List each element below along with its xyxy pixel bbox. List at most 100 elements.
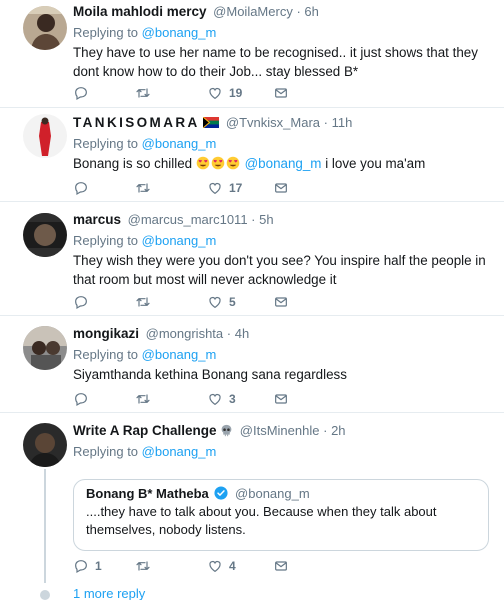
author-handle[interactable]: @Tvnkisx_Mara: [226, 115, 320, 130]
author-name[interactable]: TANKISOMARA: [73, 115, 200, 130]
timestamp[interactable]: 6h: [304, 4, 318, 19]
dm-button[interactable]: [273, 390, 289, 408]
quoted-author-name: Bonang B* Matheba: [86, 486, 209, 501]
dm-button[interactable]: [273, 557, 289, 575]
like-count: 5: [229, 295, 236, 309]
like-button[interactable]: 3: [207, 390, 236, 408]
reply-button[interactable]: [73, 293, 95, 311]
tweet-text: They wish they were you don't you see? Y…: [73, 253, 486, 287]
more-replies-link[interactable]: 1 more reply: [73, 586, 145, 600]
separator-dot: ·: [323, 115, 328, 130]
tweet-text: They have to use her name to be recognis…: [73, 45, 478, 79]
tweet-5[interactable]: Write A Rap Challenge @ItsMinenhle · 2h …: [0, 413, 504, 600]
like-button[interactable]: 17: [207, 179, 242, 197]
reply-count: 1: [95, 559, 102, 573]
reply-button[interactable]: 1: [73, 557, 102, 575]
replying-mention[interactable]: @bonang_m: [142, 136, 217, 151]
reply-icon: [73, 85, 89, 101]
heart-icon: [207, 180, 223, 196]
tweet-text: Siyamthanda kethina Bonang sana regardle…: [73, 367, 347, 382]
envelope-icon: [273, 294, 289, 310]
retweet-icon: [135, 558, 151, 574]
dm-button[interactable]: [273, 179, 289, 197]
author-name[interactable]: Moila mahlodi mercy: [73, 4, 207, 19]
like-count: 3: [229, 392, 236, 406]
author-handle[interactable]: @ItsMinenhle: [240, 423, 320, 438]
replying-label: Replying to: [73, 136, 139, 151]
replying-to: Replying to @bonang_m: [73, 443, 496, 460]
replying-mention[interactable]: @bonang_m: [142, 444, 217, 459]
envelope-icon: [273, 391, 289, 407]
tweet-actions: 5: [73, 293, 313, 311]
south-africa-flag-icon: [202, 116, 220, 129]
tweet-actions: 19: [73, 84, 313, 102]
reply-button[interactable]: [73, 179, 95, 197]
retweet-button[interactable]: [135, 390, 157, 408]
author-handle[interactable]: @MoilaMercy: [213, 4, 293, 19]
author-name[interactable]: mongikazi: [73, 326, 139, 341]
timestamp[interactable]: 11h: [332, 115, 353, 130]
retweet-button[interactable]: [135, 179, 157, 197]
like-count: 19: [229, 86, 243, 100]
like-button[interactable]: 4: [207, 557, 236, 575]
retweet-button[interactable]: [135, 84, 157, 102]
author-name[interactable]: Write A Rap Challenge: [73, 423, 217, 438]
author-handle[interactable]: @marcus_marc1011: [128, 212, 248, 227]
retweet-button[interactable]: [135, 293, 157, 311]
like-button[interactable]: 19: [207, 84, 242, 102]
reply-icon: [73, 558, 89, 574]
quoted-text: ....they have to talk about you. Because…: [86, 504, 437, 537]
separator-dot: ·: [296, 4, 301, 19]
timestamp[interactable]: 4h: [235, 326, 249, 341]
replying-mention[interactable]: @bonang_m: [142, 25, 217, 40]
heart-eyes-emoji-icon: [226, 156, 240, 170]
tweet-actions: 3: [73, 390, 313, 408]
author-handle[interactable]: @mongrishta: [146, 326, 224, 341]
tweet-3[interactable]: marcus @marcus_marc1011 · 5h Replying to…: [0, 202, 504, 316]
author-name[interactable]: marcus: [73, 212, 121, 227]
dm-button[interactable]: [273, 84, 289, 102]
tweet-1[interactable]: Moila mahlodi mercy @MoilaMercy · 6h Rep…: [0, 0, 504, 108]
more-replies-dot: [40, 590, 50, 600]
replying-label: Replying to: [73, 233, 139, 248]
like-count: 17: [229, 181, 243, 195]
like-button[interactable]: 5: [207, 293, 236, 311]
heart-icon: [207, 558, 223, 574]
replying-mention[interactable]: @bonang_m: [142, 233, 217, 248]
retweet-icon: [135, 180, 151, 196]
heart-icon: [207, 85, 223, 101]
replying-to: Replying to @bonang_m: [73, 346, 496, 363]
envelope-icon: [273, 180, 289, 196]
timestamp[interactable]: 5h: [259, 212, 273, 227]
avatar[interactable]: [23, 326, 67, 370]
avatar[interactable]: [23, 423, 67, 467]
separator-dot: ·: [323, 423, 328, 438]
reply-button[interactable]: [73, 390, 95, 408]
heart-icon: [207, 391, 223, 407]
heart-icon: [207, 294, 223, 310]
heart-eyes-emoji-icon: [196, 156, 210, 170]
replying-to: Replying to @bonang_m: [73, 135, 496, 152]
retweet-icon: [135, 294, 151, 310]
tweet-actions: 17: [73, 179, 313, 197]
tweet-actions: 1 4: [73, 557, 313, 575]
tweet-2[interactable]: TANKISOMARA @Tvnkisx_Mara · 11h Replying…: [0, 108, 504, 202]
heart-eyes-emoji-icon: [211, 156, 225, 170]
avatar[interactable]: [23, 213, 67, 257]
thread-line: [44, 469, 46, 583]
avatar[interactable]: [23, 6, 67, 50]
replying-to: Replying to @bonang_m: [73, 24, 496, 41]
avatar[interactable]: [23, 114, 67, 158]
retweet-icon: [135, 391, 151, 407]
retweet-button[interactable]: [135, 557, 157, 575]
reply-button[interactable]: [73, 84, 95, 102]
tweet-4[interactable]: mongikazi @mongrishta · 4h Replying to @…: [0, 316, 504, 413]
skull-icon: [221, 424, 232, 437]
replying-mention[interactable]: @bonang_m: [142, 347, 217, 362]
verified-badge-icon: [214, 486, 228, 500]
tweet-text-end: i love you ma'am: [325, 156, 426, 171]
timestamp[interactable]: 2h: [331, 423, 345, 438]
dm-button[interactable]: [273, 293, 289, 311]
quoted-tweet[interactable]: Bonang B* Matheba @bonang_m ....they hav…: [73, 479, 489, 551]
text-mention[interactable]: @bonang_m: [245, 156, 322, 171]
